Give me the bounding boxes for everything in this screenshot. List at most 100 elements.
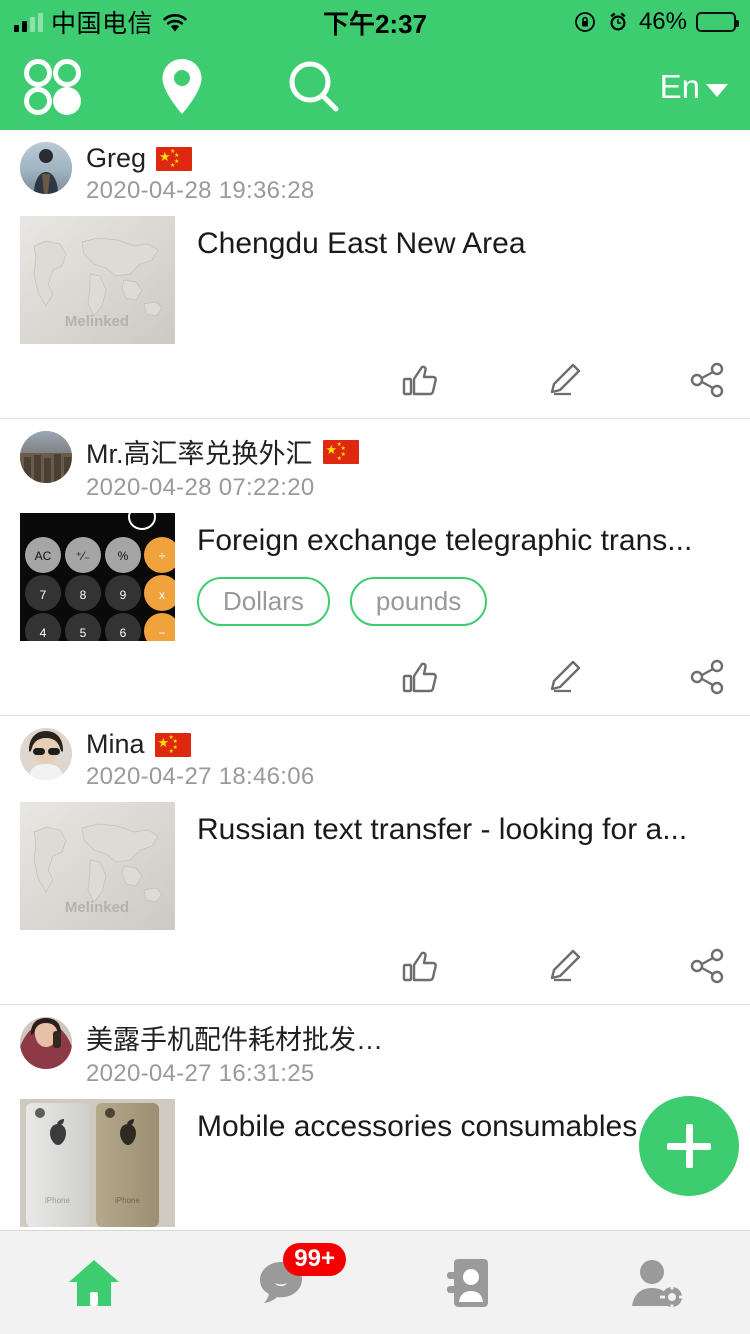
tab-home[interactable] xyxy=(0,1231,188,1334)
post-tag[interactable]: Dollars xyxy=(197,577,330,626)
china-flag: ★ ★ ★ ★ ★ xyxy=(322,439,359,464)
tab-messages[interactable]: 99+ xyxy=(188,1231,376,1334)
post-title[interactable]: Foreign exchange telegraphic trans... xyxy=(197,523,730,559)
post-title[interactable]: Chengdu East New Area xyxy=(197,226,730,262)
status-bar-right: 46% xyxy=(573,8,739,36)
svg-text:7: 7 xyxy=(40,588,47,602)
post-author-meta: Mr.高汇率兑换外汇 ★ ★ ★ ★ ★ 2020-04-28 07:22:20 xyxy=(86,431,359,502)
thumbs-up-icon[interactable] xyxy=(398,358,442,402)
edit-pencil-icon[interactable] xyxy=(542,944,586,988)
svg-text:%: % xyxy=(118,549,129,563)
china-flag: ★ ★ ★ ★ ★ xyxy=(156,146,193,171)
post-thumbnail[interactable]: Melinked xyxy=(20,802,175,930)
create-post-fab[interactable] xyxy=(639,1096,739,1196)
thumbs-up-icon[interactable] xyxy=(398,944,442,988)
post-feed[interactable]: Greg ★ ★ ★ ★ ★ 2020-04-28 19:36:28 Melin… xyxy=(0,130,750,1230)
post-content: Foreign exchange telegraphic trans... Do… xyxy=(197,513,730,641)
author-name: 美露手机配件耗材批发… xyxy=(86,1025,383,1055)
post-card[interactable]: 美露手机配件耗材批发… 2020-04-27 16:31:25 iPhone i… xyxy=(0,1005,750,1230)
svg-text:Melinked: Melinked xyxy=(65,313,129,330)
avatar[interactable] xyxy=(20,1017,72,1069)
author-name: Greg xyxy=(86,143,147,173)
post-actions xyxy=(20,344,730,418)
post-author-meta: Greg ★ ★ ★ ★ ★ 2020-04-28 19:36:28 xyxy=(86,142,315,205)
post-author-row: Mina ★ ★ ★ ★ ★ 2020-04-27 18:46:06 xyxy=(20,728,730,791)
svg-text:8: 8 xyxy=(80,588,87,602)
share-icon[interactable] xyxy=(686,944,730,988)
author-name-row: Mr.高汇率兑换外汇 ★ ★ ★ ★ ★ xyxy=(86,432,359,471)
post-body: AC ⁺∕₋ % ÷ 7 8 9 x 4 5 6 − Foreign excha… xyxy=(20,513,730,641)
author-name: Mr.高汇率兑换外汇 xyxy=(86,439,313,469)
wifi-icon xyxy=(163,13,187,31)
status-bar: 中国电信 下午2:37 46% xyxy=(0,0,750,44)
post-body: iPhone iPhone Mobile accessories consuma… xyxy=(20,1099,730,1227)
post-thumbnail[interactable]: iPhone iPhone xyxy=(20,1099,175,1227)
post-thumbnail[interactable]: AC ⁺∕₋ % ÷ 7 8 9 x 4 5 6 − xyxy=(20,513,175,641)
post-author-meta: Mina ★ ★ ★ ★ ★ 2020-04-27 18:46:06 xyxy=(86,728,315,791)
post-author-meta: 美露手机配件耗材批发… 2020-04-27 16:31:25 xyxy=(86,1017,383,1088)
edit-pencil-icon[interactable] xyxy=(542,655,586,699)
status-bar-left: 中国电信 xyxy=(14,4,189,40)
post-content: Chengdu East New Area xyxy=(197,216,730,344)
post-author-row: Greg ★ ★ ★ ★ ★ 2020-04-28 19:36:28 xyxy=(20,142,730,205)
user-settings-icon xyxy=(632,1259,685,1309)
signal-bars-icon xyxy=(14,12,43,32)
author-name-row: 美露手机配件耗材批发… xyxy=(86,1018,383,1057)
svg-text:6: 6 xyxy=(120,626,127,640)
rotation-lock-icon xyxy=(575,12,595,32)
share-icon[interactable] xyxy=(686,655,730,699)
thumbs-up-icon[interactable] xyxy=(398,655,442,699)
svg-text:−: − xyxy=(158,626,165,640)
alarm-clock-icon xyxy=(610,12,626,31)
avatar[interactable] xyxy=(20,142,72,194)
svg-text:iPhone: iPhone xyxy=(45,1196,70,1205)
app-header: En xyxy=(0,44,750,130)
tab-contacts[interactable] xyxy=(375,1231,563,1334)
post-tag[interactable]: pounds xyxy=(349,577,488,626)
author-name-row: Greg ★ ★ ★ ★ ★ xyxy=(86,143,315,174)
avatar[interactable] xyxy=(20,728,72,780)
svg-text:9: 9 xyxy=(120,588,127,602)
post-thumbnail[interactable]: Melinked xyxy=(20,216,175,344)
svg-text:AC: AC xyxy=(35,549,52,563)
avatar[interactable] xyxy=(20,431,72,483)
post-body: Melinked Russian text transfer - looking… xyxy=(20,802,730,930)
grid-circles-icon[interactable] xyxy=(22,58,84,116)
svg-text:x: x xyxy=(159,588,165,602)
language-selector[interactable]: En xyxy=(660,68,728,106)
post-author-row: 美露手机配件耗材批发… 2020-04-27 16:31:25 xyxy=(20,1017,730,1088)
svg-text:4: 4 xyxy=(40,626,47,640)
post-timestamp: 2020-04-28 07:22:20 xyxy=(86,474,315,501)
search-icon[interactable] xyxy=(286,58,342,116)
tab-profile[interactable] xyxy=(563,1231,750,1334)
bottom-tab-bar: 99+ xyxy=(0,1230,750,1334)
edit-pencil-icon[interactable] xyxy=(542,358,586,402)
contact-card-icon xyxy=(446,1258,488,1307)
post-title[interactable]: Russian text transfer - looking for a... xyxy=(197,812,730,848)
post-body: Melinked Chengdu East New Area xyxy=(20,216,730,344)
post-actions xyxy=(20,930,730,1004)
post-author-row: Mr.高汇率兑换外汇 ★ ★ ★ ★ ★ 2020-04-28 07:22:20 xyxy=(20,431,730,502)
message-badge: 99+ xyxy=(283,1243,346,1276)
china-flag: ★ ★ ★ ★ ★ xyxy=(154,732,191,757)
post-timestamp: 2020-04-27 16:31:25 xyxy=(86,1060,315,1087)
svg-text:÷: ÷ xyxy=(159,549,166,563)
share-icon[interactable] xyxy=(686,358,730,402)
battery-percent-label: 46% xyxy=(638,8,687,35)
author-name-row: Mina ★ ★ ★ ★ ★ xyxy=(86,729,315,760)
post-card[interactable]: Greg ★ ★ ★ ★ ★ 2020-04-28 19:36:28 Melin… xyxy=(0,130,750,419)
svg-text:iPhone: iPhone xyxy=(115,1196,140,1205)
post-card[interactable]: Mr.高汇率兑换外汇 ★ ★ ★ ★ ★ 2020-04-28 07:22:20 AC … xyxy=(0,419,750,716)
language-label: En xyxy=(659,68,700,105)
map-pin-icon[interactable] xyxy=(156,56,208,118)
post-timestamp: 2020-04-27 18:46:06 xyxy=(86,763,315,790)
author-name: Mina xyxy=(86,729,145,759)
post-tags: Dollars pounds xyxy=(197,577,730,626)
svg-text:Melinked: Melinked xyxy=(65,899,129,916)
post-card[interactable]: Mina ★ ★ ★ ★ ★ 2020-04-27 18:46:06 Melin… xyxy=(0,716,750,1005)
carrier-label: 中国电信 xyxy=(51,10,154,38)
post-actions xyxy=(20,641,730,715)
post-timestamp: 2020-04-28 19:36:28 xyxy=(86,177,315,204)
post-content: Russian text transfer - looking for a... xyxy=(197,802,730,930)
svg-text:5: 5 xyxy=(80,626,87,640)
